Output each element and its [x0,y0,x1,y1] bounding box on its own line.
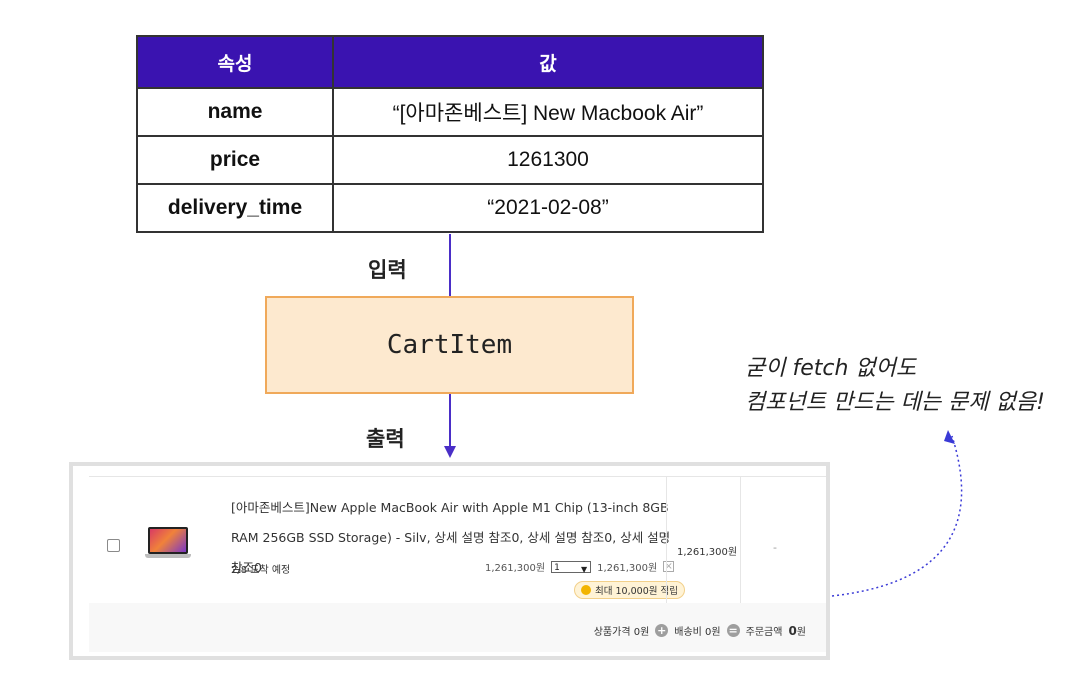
select-checkbox[interactable] [107,539,120,552]
input-connector-line [449,234,451,296]
annotation-note: 굳이 fetch 없어도 컴포넌트 만드는 데는 문제 없음! [745,352,1045,420]
quantity-value: 1 [554,562,560,573]
table-row: delivery_time “2021-02-08” [136,183,764,233]
cart-item-preview: [아마존베스트]New Apple MacBook Air with Apple… [69,462,830,660]
shipping-total: 배송비 0원 [674,627,721,638]
table-row: name “[아마존베스트] New Macbook Air” [136,87,764,137]
remove-item-close-icon[interactable]: × [663,561,675,572]
order-total-unit: 원 [796,627,806,638]
laptop-base [145,554,191,558]
quantity-select[interactable]: 1 ▼ [551,560,592,574]
line-price: 1,261,300원 [597,563,658,574]
equals-icon: = [726,624,740,637]
coin-icon [581,585,591,595]
price-quantity-row: 1,261,300원 1 ▼ 1,261,300원 × [485,559,675,574]
row-value-name: “[아마존베스트] New Macbook Air” [332,87,764,137]
product-price-total: 상품가격 0원 [593,627,650,638]
points-badge: 최대 10,000원 적립 [574,581,685,599]
column-divider [740,477,741,603]
order-summary: 상품가격 0원 + 배송비 0원 = 주문금액 0원 [594,623,806,638]
item-subtotal: 1,261,300원 [677,547,738,558]
unit-price: 1,261,300원 [485,563,546,574]
column-divider [666,477,667,603]
plus-icon: + [655,624,669,637]
shipping-fee: - [773,541,777,554]
cartitem-component-box: CartItem [265,296,634,394]
row-value-delivery-time: “2021-02-08” [332,183,764,233]
order-total-value: 0 [788,624,797,638]
row-key-price: price [136,135,334,185]
annotation-curve [831,435,963,597]
header-attribute: 속성 [136,35,334,89]
output-label: 출력 [366,427,405,451]
order-summary-bar: 상품가격 0원 + 배송비 0원 = 주문금액 0원 [89,603,826,652]
annotation-line-1: 굳이 fetch 없어도 [745,356,917,381]
output-arrow-head [444,446,456,458]
product-thumbnail[interactable] [145,527,191,561]
cart-item-row: [아마존베스트]New Apple MacBook Air with Apple… [89,476,826,604]
component-name: CartItem [386,330,513,360]
input-label: 입력 [368,258,407,282]
table-header-row: 속성 값 [136,35,764,89]
annotation-line-2: 컴포넌트 만드는 데는 문제 없음! [745,390,1045,415]
delivery-estimate: 2/8 도착 예정 [231,565,291,576]
chevron-down-icon: ▼ [580,564,588,574]
row-value-price: 1261300 [332,135,764,185]
output-connector-line [449,394,451,448]
table-row: price 1261300 [136,135,764,185]
header-value: 값 [332,35,764,89]
laptop-screen [148,527,188,554]
order-total-label: 주문금액 [745,627,783,638]
annotation-arrow-head [944,430,955,444]
row-key-name: name [136,87,334,137]
row-key-delivery-time: delivery_time [136,183,334,233]
properties-table: 속성 값 name “[아마존베스트] New Macbook Air” pri… [136,35,764,233]
